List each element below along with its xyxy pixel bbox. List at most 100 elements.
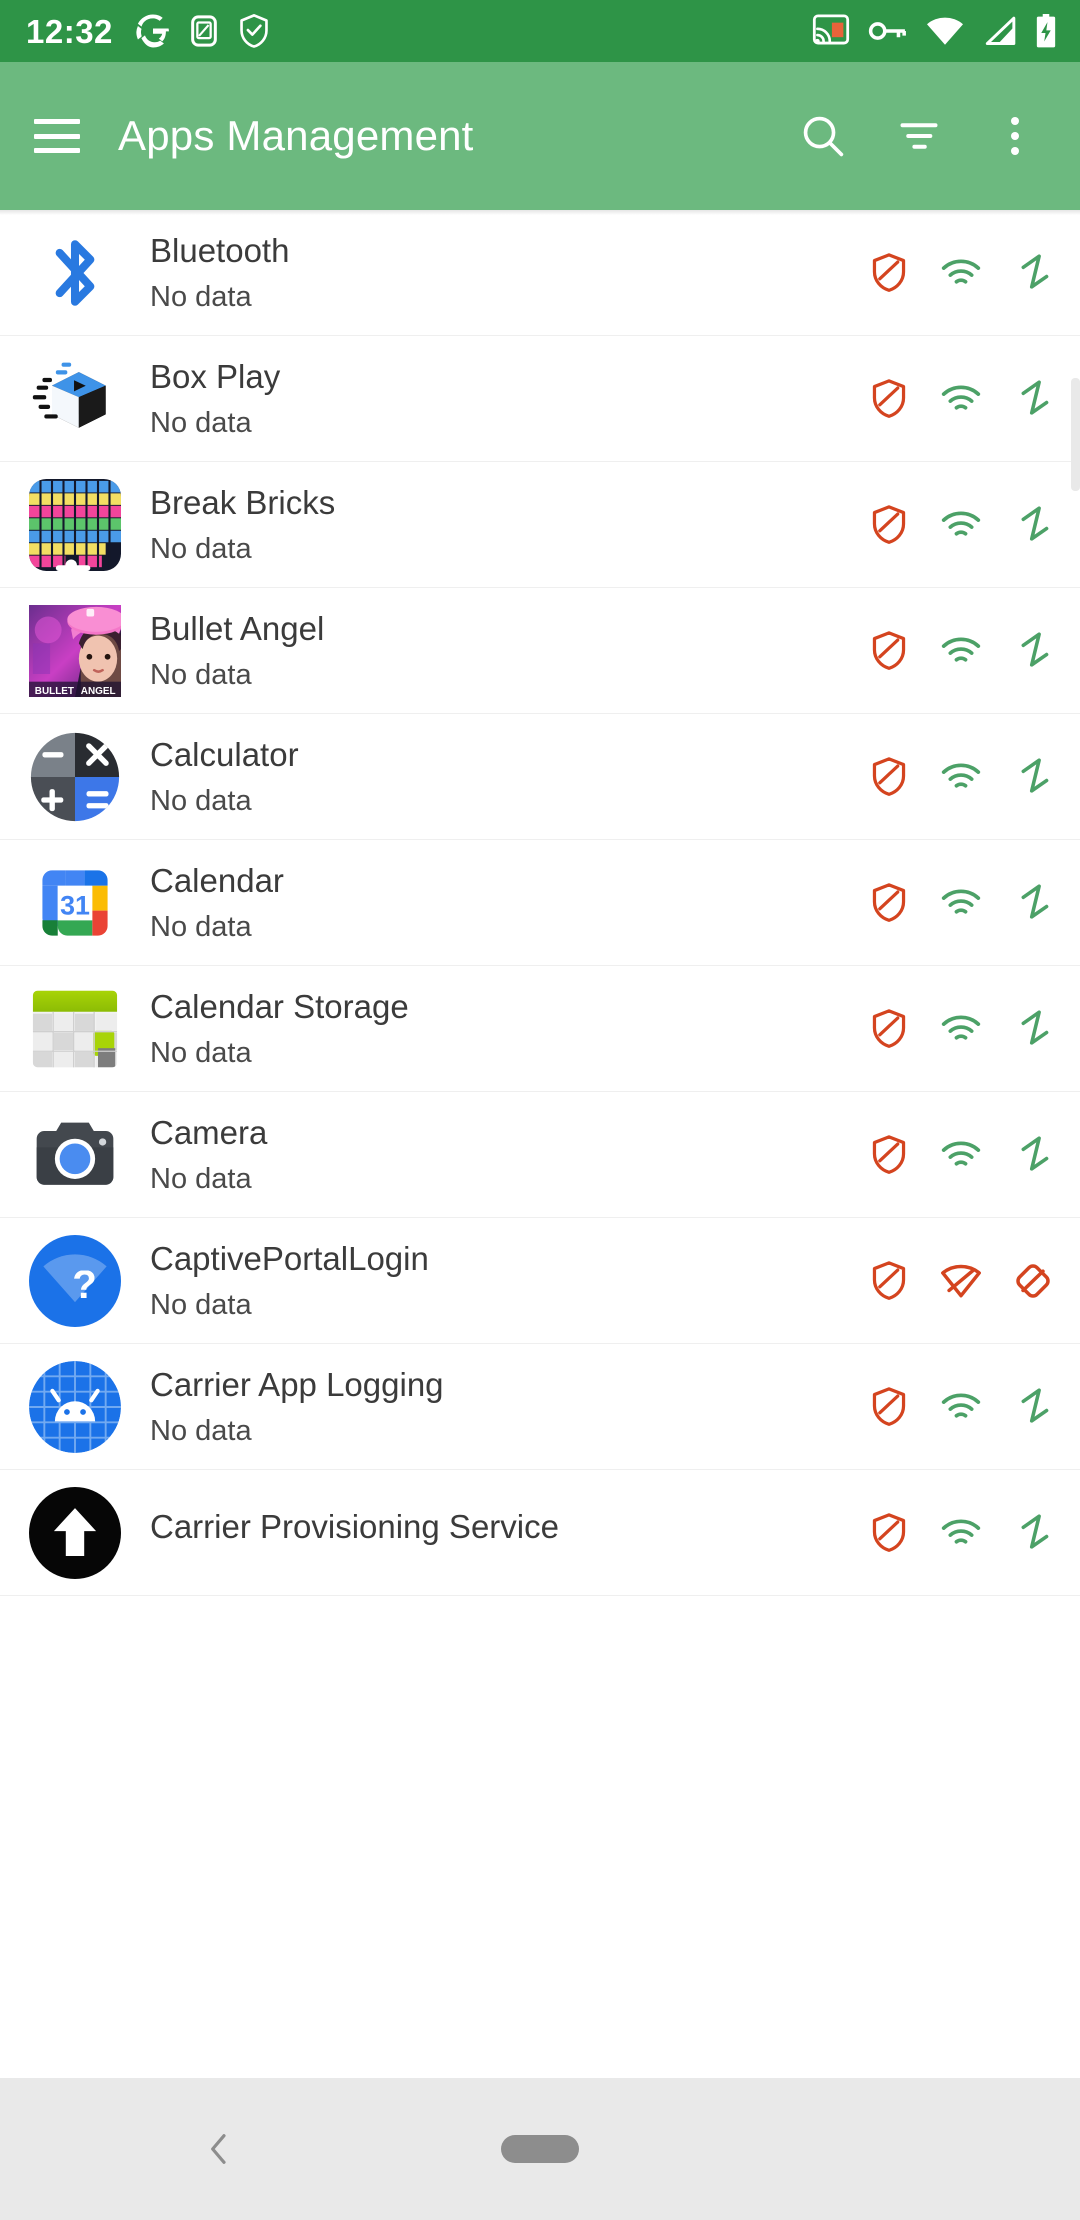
app-name: Bullet Angel bbox=[150, 609, 325, 647]
app-data-usage: No data bbox=[150, 280, 252, 313]
table-row[interactable]: BULLET ANGEL Bullet Angel No data bbox=[0, 588, 1080, 714]
table-row[interactable]: Camera No data bbox=[0, 1092, 1080, 1218]
wifi-allowed-icon[interactable] bbox=[940, 630, 982, 672]
svg-text:31: 31 bbox=[60, 890, 90, 920]
table-row[interactable]: ? CaptivePortalLogin No data bbox=[0, 1218, 1080, 1344]
shield-blocked-icon[interactable] bbox=[868, 252, 910, 294]
table-row[interactable]: Break Bricks No data bbox=[0, 462, 1080, 588]
app-name: Camera bbox=[150, 1113, 268, 1151]
app-name: Carrier App Logging bbox=[150, 1365, 444, 1403]
wifi-blocked-icon[interactable] bbox=[940, 1260, 982, 1302]
app-name: Carrier Provisioning Service bbox=[150, 1508, 559, 1545]
app-status-icons bbox=[854, 1386, 1054, 1428]
shield-blocked-icon[interactable] bbox=[868, 1386, 910, 1428]
app-data-usage: No data bbox=[150, 1036, 252, 1069]
overflow-menu-button[interactable] bbox=[986, 107, 1044, 165]
app-name: CaptivePortalLogin bbox=[150, 1239, 429, 1277]
app-data-usage: No data bbox=[150, 784, 252, 817]
battery-charging-icon bbox=[1036, 13, 1056, 48]
app-name: Calculator bbox=[150, 735, 299, 773]
captive-portal-login-icon: ? bbox=[29, 1234, 121, 1327]
app-status-icons bbox=[854, 378, 1054, 420]
app-status-icons bbox=[854, 1008, 1054, 1050]
wifi-allowed-icon[interactable] bbox=[940, 1386, 982, 1428]
sort-filter-icon bbox=[900, 123, 938, 149]
wifi-allowed-icon[interactable] bbox=[940, 1008, 982, 1050]
overflow-dot-1 bbox=[1011, 117, 1019, 125]
sort-filter-button[interactable] bbox=[890, 107, 948, 165]
mobile-signal-icon bbox=[985, 16, 1016, 45]
activity-allowed-icon[interactable] bbox=[1012, 756, 1054, 798]
app-root: 12:32 Apps Management Bluetooth No data … bbox=[0, 0, 1080, 2220]
wifi-allowed-icon[interactable] bbox=[940, 882, 982, 924]
table-row[interactable]: Calculator No data bbox=[0, 714, 1080, 840]
app-data-usage: No data bbox=[150, 910, 252, 943]
app-row-text: Bullet Angel No data bbox=[150, 610, 854, 692]
app-row-text: Bluetooth No data bbox=[150, 232, 854, 314]
camera-icon bbox=[29, 1109, 121, 1201]
activity-allowed-icon[interactable] bbox=[1012, 1386, 1054, 1428]
svg-text:?: ? bbox=[72, 1262, 97, 1307]
wifi-allowed-icon[interactable] bbox=[940, 252, 982, 294]
app-data-usage: No data bbox=[150, 406, 252, 439]
app-data-usage: No data bbox=[150, 1162, 252, 1195]
shield-blocked-icon[interactable] bbox=[868, 1512, 910, 1554]
app-status-icons bbox=[854, 252, 1054, 294]
app-icon-container: ? bbox=[0, 1234, 150, 1327]
wifi-allowed-icon[interactable] bbox=[940, 1134, 982, 1176]
shield-blocked-icon[interactable] bbox=[868, 1008, 910, 1050]
hamburger-menu-icon[interactable] bbox=[34, 119, 80, 153]
app-icon-container bbox=[0, 227, 150, 319]
table-row[interactable]: 31 Calendar No data bbox=[0, 840, 1080, 966]
app-status-icons bbox=[854, 882, 1054, 924]
wifi-allowed-icon[interactable] bbox=[940, 378, 982, 420]
shield-blocked-icon[interactable] bbox=[868, 756, 910, 798]
activity-allowed-icon[interactable] bbox=[1012, 1134, 1054, 1176]
activity-allowed-icon[interactable] bbox=[1012, 630, 1054, 672]
activity-allowed-icon[interactable] bbox=[1012, 1008, 1054, 1050]
activity-allowed-icon[interactable] bbox=[1012, 252, 1054, 294]
shield-blocked-icon[interactable] bbox=[868, 630, 910, 672]
app-row-text: CaptivePortalLogin No data bbox=[150, 1240, 854, 1322]
table-row[interactable]: Carrier App Logging No data bbox=[0, 1344, 1080, 1470]
app-status-icons bbox=[854, 1512, 1054, 1554]
cast-icon bbox=[812, 14, 850, 45]
wifi-allowed-icon[interactable] bbox=[940, 756, 982, 798]
back-button[interactable] bbox=[196, 2126, 242, 2172]
system-navigation-bar bbox=[0, 2078, 1080, 2220]
shield-blocked-icon[interactable] bbox=[868, 882, 910, 924]
wifi-allowed-icon[interactable] bbox=[940, 1512, 982, 1554]
app-bar: Apps Management bbox=[0, 62, 1080, 210]
svg-text:BULLET: BULLET bbox=[35, 685, 74, 696]
table-row[interactable]: Bluetooth No data bbox=[0, 210, 1080, 336]
shield-blocked-icon[interactable] bbox=[868, 504, 910, 546]
home-gesture-pill[interactable] bbox=[501, 2135, 579, 2163]
table-row[interactable]: Carrier Provisioning Service bbox=[0, 1470, 1080, 1596]
wifi-allowed-icon[interactable] bbox=[940, 504, 982, 546]
hamburger-line-1 bbox=[34, 119, 80, 124]
activity-allowed-icon[interactable] bbox=[1012, 378, 1054, 420]
activity-allowed-icon[interactable] bbox=[1012, 882, 1054, 924]
table-row[interactable]: Calendar Storage No data bbox=[0, 966, 1080, 1092]
wifi-icon bbox=[927, 17, 963, 45]
table-row[interactable]: Box Play No data bbox=[0, 336, 1080, 462]
status-bar: 12:32 bbox=[0, 0, 1080, 62]
app-status-icons bbox=[854, 1260, 1054, 1302]
activity-blocked-icon[interactable] bbox=[1012, 1260, 1054, 1302]
shield-check-icon bbox=[240, 14, 268, 48]
shield-blocked-icon[interactable] bbox=[868, 1260, 910, 1302]
shield-blocked-icon[interactable] bbox=[868, 378, 910, 420]
page-title: Apps Management bbox=[118, 112, 474, 159]
shield-blocked-icon[interactable] bbox=[868, 1134, 910, 1176]
app-row-text: Box Play No data bbox=[150, 358, 854, 440]
app-icon-container: 31 bbox=[0, 857, 150, 949]
activity-allowed-icon[interactable] bbox=[1012, 1512, 1054, 1554]
activity-allowed-icon[interactable] bbox=[1012, 504, 1054, 546]
app-icon-container bbox=[0, 478, 150, 571]
app-row-text: Camera No data bbox=[150, 1114, 854, 1196]
app-row-text: Carrier App Logging No data bbox=[150, 1366, 854, 1448]
status-bar-clock: 12:32 bbox=[26, 12, 113, 50]
app-list[interactable]: Bluetooth No data Box Play No data Break… bbox=[0, 210, 1080, 2078]
search-button[interactable] bbox=[794, 107, 852, 165]
list-scrollbar-thumb[interactable] bbox=[1071, 378, 1080, 491]
